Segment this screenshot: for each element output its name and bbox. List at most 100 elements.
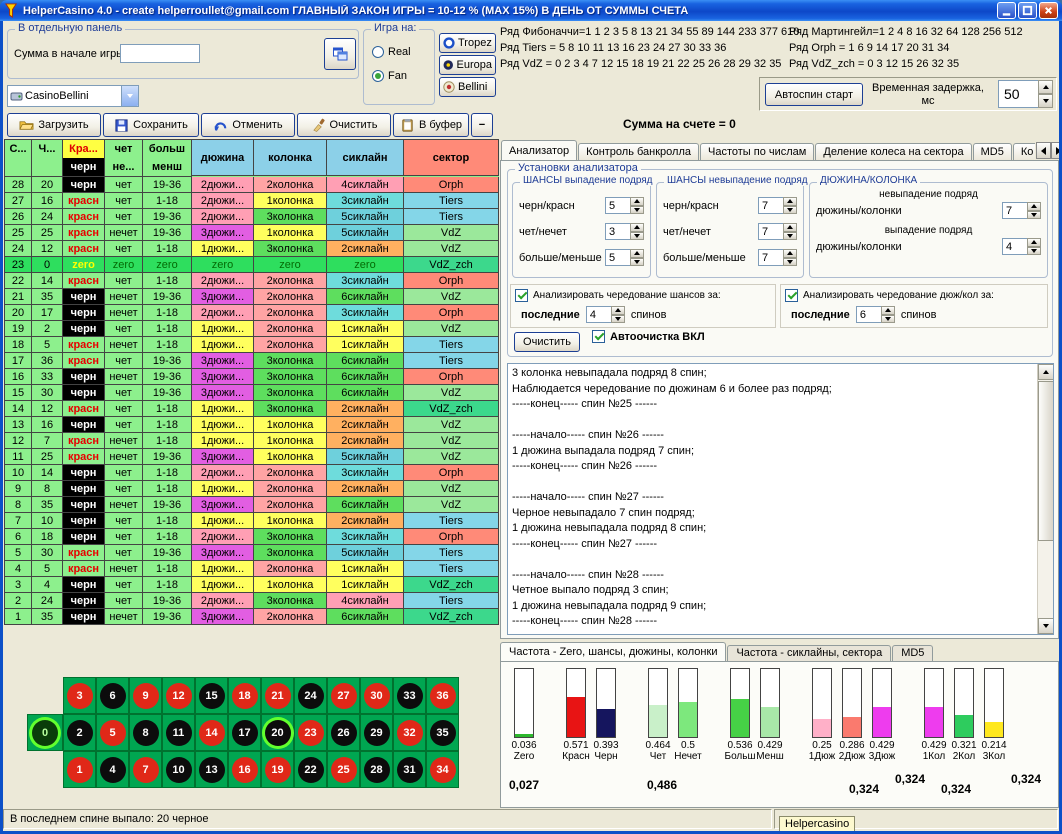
board-cell-26[interactable]: 26	[327, 714, 360, 751]
results-row-9[interactable]: 98чернчет1-181дюжи...2колонка2сиклайнVdZ	[5, 481, 499, 497]
clear-button[interactable]: Очистить	[297, 113, 391, 137]
alternate-chances-row[interactable]: Анализировать чередование шансов за:	[511, 285, 775, 302]
alt-1-spin-value[interactable]	[856, 306, 882, 323]
board-cell-33[interactable]: 33	[393, 677, 426, 714]
chance-0-spin-1-down-icon[interactable]	[630, 232, 644, 241]
board-cell-5[interactable]: 5	[96, 714, 129, 751]
radio-fan[interactable]: Fan	[372, 70, 407, 82]
results-row-2[interactable]: 224чернчет19-362дюжи...3колонка4сиклайнT…	[5, 593, 499, 609]
board-cell-31[interactable]: 31	[393, 751, 426, 788]
board-cell-34[interactable]: 34	[426, 751, 459, 788]
buffer-button[interactable]: В буфер	[393, 113, 469, 137]
results-row-25[interactable]: 2525красннечет19-363дюжи...1колонка5сикл…	[5, 225, 499, 241]
chance-1-spin-2-value[interactable]	[758, 249, 784, 266]
europa-button[interactable]: Europa	[439, 55, 496, 75]
results-row-8[interactable]: 835черннечет19-363дюжи...2колонка6сиклай…	[5, 497, 499, 513]
tropez-button[interactable]: Tropez	[439, 33, 496, 53]
results-row-18[interactable]: 185красннечет1-181дюжи...2колонка1сиклай…	[5, 337, 499, 353]
chance-1-spin-2-up-icon[interactable]	[783, 249, 797, 258]
board-cell-2[interactable]: 2	[63, 714, 96, 751]
main-tab-0[interactable]: Анализатор	[501, 140, 577, 160]
results-row-22[interactable]: 2214краснчет1-182дюжи...2колонка3сиклайн…	[5, 273, 499, 289]
collapse-button[interactable]: −	[471, 113, 493, 137]
results-row-1[interactable]: 135черннечет19-363дюжи...2колонка6сиклай…	[5, 609, 499, 625]
board-cell-9[interactable]: 9	[129, 677, 162, 714]
chance-0-spin-2-value[interactable]	[605, 249, 631, 266]
board-cell-24[interactable]: 24	[294, 677, 327, 714]
bellini-button[interactable]: Bellini	[439, 77, 496, 97]
board-cell-36[interactable]: 36	[426, 677, 459, 714]
save-button[interactable]: Сохранить	[103, 113, 199, 137]
minimize-button[interactable]	[997, 2, 1016, 19]
results-row-20[interactable]: 2017черннечет1-182дюжи...2колонка3сиклай…	[5, 305, 499, 321]
board-cell-6[interactable]: 6	[96, 677, 129, 714]
dozen-spin-0-value[interactable]	[1002, 202, 1028, 219]
chance-1-spin-0-down-icon[interactable]	[783, 206, 797, 215]
results-row-11[interactable]: 1125красннечет19-363дюжи...1колонка5сикл…	[5, 449, 499, 465]
dozen-spin-1-down-icon[interactable]	[1027, 247, 1041, 256]
autoclear-row[interactable]: Автоочистка ВКЛ	[592, 330, 705, 343]
board-cell-23[interactable]: 23	[294, 714, 327, 751]
freq-tab-1[interactable]: Частота - сиклайны, сектора	[727, 645, 891, 661]
results-row-7[interactable]: 710чернчет1-181дюжи...1колонка2сиклайнTi…	[5, 513, 499, 529]
alt-1-spin-up-icon[interactable]	[881, 306, 895, 315]
chance-0-spin-0-up-icon[interactable]	[630, 197, 644, 206]
results-row-26[interactable]: 2624краснчет19-362дюжи...3колонка5сиклай…	[5, 209, 499, 225]
chance-1-spin-1-up-icon[interactable]	[783, 223, 797, 232]
board-cell-8[interactable]: 8	[129, 714, 162, 751]
board-cell-30[interactable]: 30	[360, 677, 393, 714]
delay-input[interactable]	[998, 80, 1039, 108]
results-row-4[interactable]: 45красннечет1-181дюжи...2колонка1сиклайн…	[5, 561, 499, 577]
results-row-14[interactable]: 1412краснчет1-181дюжи...3колонка2сиклайн…	[5, 401, 499, 417]
alt-0-spin-up-icon[interactable]	[611, 306, 625, 315]
results-row-17[interactable]: 1736краснчет19-363дюжи...3колонка6сиклай…	[5, 353, 499, 369]
analyzer-clear-button[interactable]: Очистить	[514, 332, 580, 352]
results-row-16[interactable]: 1633черннечет19-363дюжи...3колонка6сикла…	[5, 369, 499, 385]
main-tab-5[interactable]: Ко	[1013, 143, 1035, 160]
maximize-button[interactable]	[1018, 2, 1037, 19]
board-cell-35[interactable]: 35	[426, 714, 459, 751]
main-tab-2[interactable]: Частоты по числам	[700, 143, 814, 160]
freq-tab-2[interactable]: MD5	[892, 645, 933, 661]
autoclear-checkbox[interactable]	[592, 330, 605, 343]
alt-0-spin-value[interactable]	[586, 306, 612, 323]
chance-0-spin-1-up-icon[interactable]	[630, 223, 644, 232]
main-tab-3[interactable]: Деление колеса на сектора	[815, 143, 971, 160]
board-cell-14[interactable]: 14	[195, 714, 228, 751]
scrollbar-down-button[interactable]	[1038, 618, 1054, 634]
main-tab-1[interactable]: Контроль банкролла	[578, 143, 699, 160]
results-row-21[interactable]: 2135черннечет19-363дюжи...2колонка6сикла…	[5, 289, 499, 305]
board-cell-15[interactable]: 15	[195, 677, 228, 714]
alt-1-checkbox[interactable]	[785, 289, 798, 302]
results-row-19[interactable]: 192чернчет1-181дюжи...2колонка1сиклайнVd…	[5, 321, 499, 337]
start-sum-input[interactable]	[120, 44, 200, 63]
chance-1-spin-0-up-icon[interactable]	[783, 197, 797, 206]
board-cell-1[interactable]: 1	[63, 751, 96, 788]
board-cell-0[interactable]: 0	[27, 714, 63, 751]
close-button[interactable]	[1039, 2, 1058, 19]
results-row-27[interactable]: 2716краснчет1-182дюжи...1колонка3сиклайн…	[5, 193, 499, 209]
dozen-spin-1-value[interactable]	[1002, 238, 1028, 255]
board-cell-28[interactable]: 28	[360, 751, 393, 788]
chance-0-spin-0-down-icon[interactable]	[630, 206, 644, 215]
board-cell-19[interactable]: 19	[261, 751, 294, 788]
dozen-spin-0-down-icon[interactable]	[1027, 211, 1041, 220]
results-row-24[interactable]: 2412краснчет1-181дюжи...3колонка2сиклайн…	[5, 241, 499, 257]
board-cell-12[interactable]: 12	[162, 677, 195, 714]
chance-1-spin-1-down-icon[interactable]	[783, 232, 797, 241]
freq-tab-0[interactable]: Частота - Zero, шансы, дюжины, колонки	[500, 642, 726, 661]
chance-0-spin-0-value[interactable]	[605, 197, 631, 214]
results-row-23[interactable]: 230zerozerozerozerozerozeroVdZ_zch	[5, 257, 499, 273]
board-cell-13[interactable]: 13	[195, 751, 228, 788]
load-button[interactable]: Загрузить	[7, 113, 101, 137]
chance-1-spin-0-value[interactable]	[758, 197, 784, 214]
board-cell-10[interactable]: 10	[162, 751, 195, 788]
results-row-10[interactable]: 1014чернчет1-182дюжи...2колонка3сиклайнO…	[5, 465, 499, 481]
alt-0-checkbox[interactable]	[515, 289, 528, 302]
log-scrollbar[interactable]	[1037, 364, 1053, 634]
delay-up-icon[interactable]	[1038, 80, 1053, 94]
main-tab-4[interactable]: MD5	[973, 143, 1012, 160]
board-cell-22[interactable]: 22	[294, 751, 327, 788]
analyzer-log[interactable]: 3 колонка невыпадала подряд 8 спин; Набл…	[507, 363, 1054, 635]
autospin-start-button[interactable]: Автоспин старт	[765, 83, 863, 106]
